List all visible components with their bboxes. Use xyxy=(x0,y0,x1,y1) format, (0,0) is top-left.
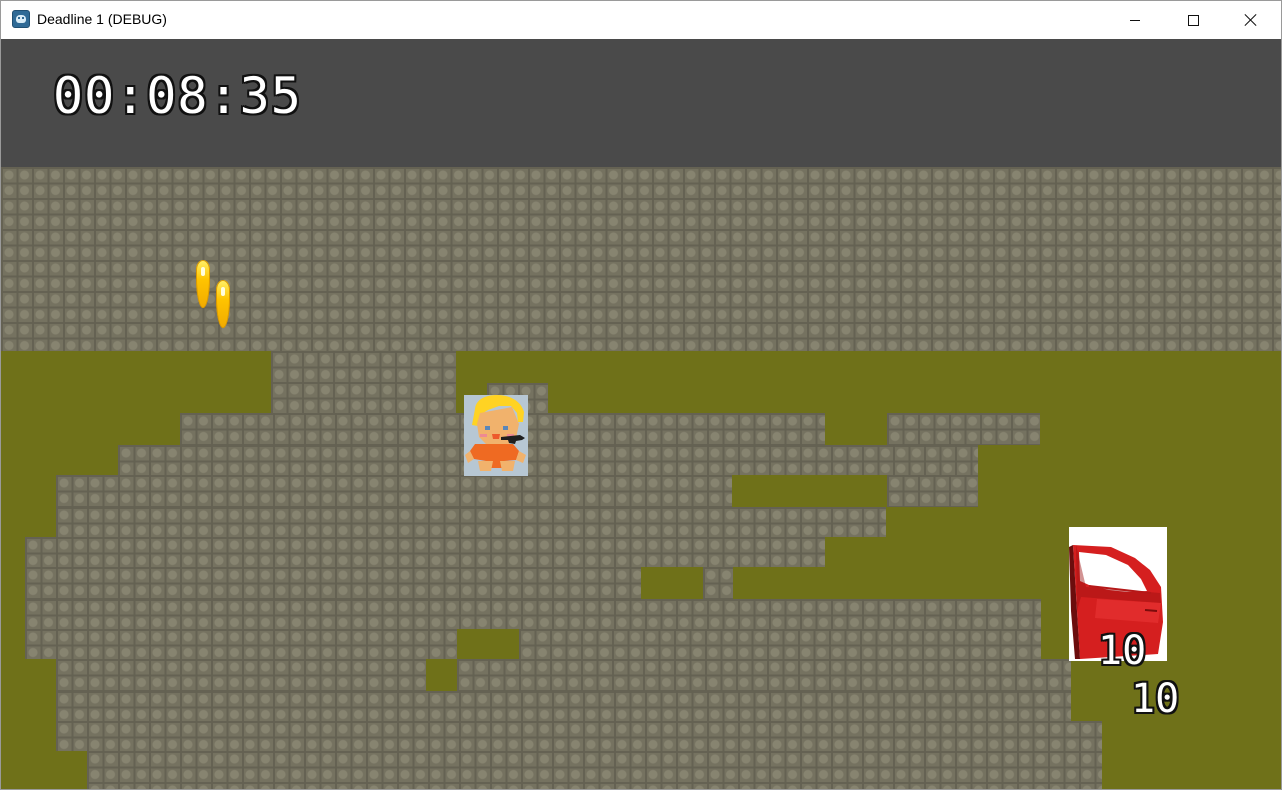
player-character[interactable] xyxy=(464,395,528,476)
game-viewport[interactable]: 10 10 00:08:35 xyxy=(1,39,1281,789)
title-bar[interactable]: Deadline 1 (DEBUG) xyxy=(1,1,1281,39)
minimize-button[interactable] xyxy=(1106,1,1164,39)
stone-floor-patch xyxy=(887,475,978,507)
stone-floor-patch xyxy=(25,567,641,599)
player-sprite-icon xyxy=(464,395,528,476)
close-icon xyxy=(1244,13,1258,27)
stone-floor-top xyxy=(1,167,1281,351)
stone-floor-patch xyxy=(118,445,978,475)
stone-floor-patch xyxy=(25,537,825,567)
maximize-button[interactable] xyxy=(1164,1,1222,39)
maximize-icon xyxy=(1187,14,1199,26)
stone-floor-patch xyxy=(56,659,426,691)
stone-floor-patch xyxy=(25,629,457,659)
minimize-icon xyxy=(1130,19,1140,21)
stone-floor-patch xyxy=(271,351,456,413)
stone-floor-patch xyxy=(56,691,1071,721)
item-counter: 10 xyxy=(1098,628,1147,674)
stone-floor-patch xyxy=(519,629,1041,659)
game-timer: 00:08:35 xyxy=(53,67,302,125)
stone-floor-patch xyxy=(887,413,1040,445)
hud-bar: 00:08:35 xyxy=(1,39,1281,167)
close-button[interactable] xyxy=(1222,1,1280,39)
stone-floor-patch xyxy=(56,507,886,537)
window-title: Deadline 1 (DEBUG) xyxy=(37,11,167,27)
stone-floor-patch xyxy=(56,721,1102,751)
stone-floor-patch xyxy=(56,475,732,507)
score-counter: 10 xyxy=(1131,676,1180,722)
game-window: Deadline 1 (DEBUG) 10 10 00:08:35 xyxy=(0,0,1282,790)
godot-app-icon xyxy=(12,10,30,28)
stone-floor-patch xyxy=(25,599,1041,629)
stone-floor-patch xyxy=(457,659,1071,691)
stone-floor-patch xyxy=(87,751,1102,789)
stone-floor-patch xyxy=(703,567,733,599)
